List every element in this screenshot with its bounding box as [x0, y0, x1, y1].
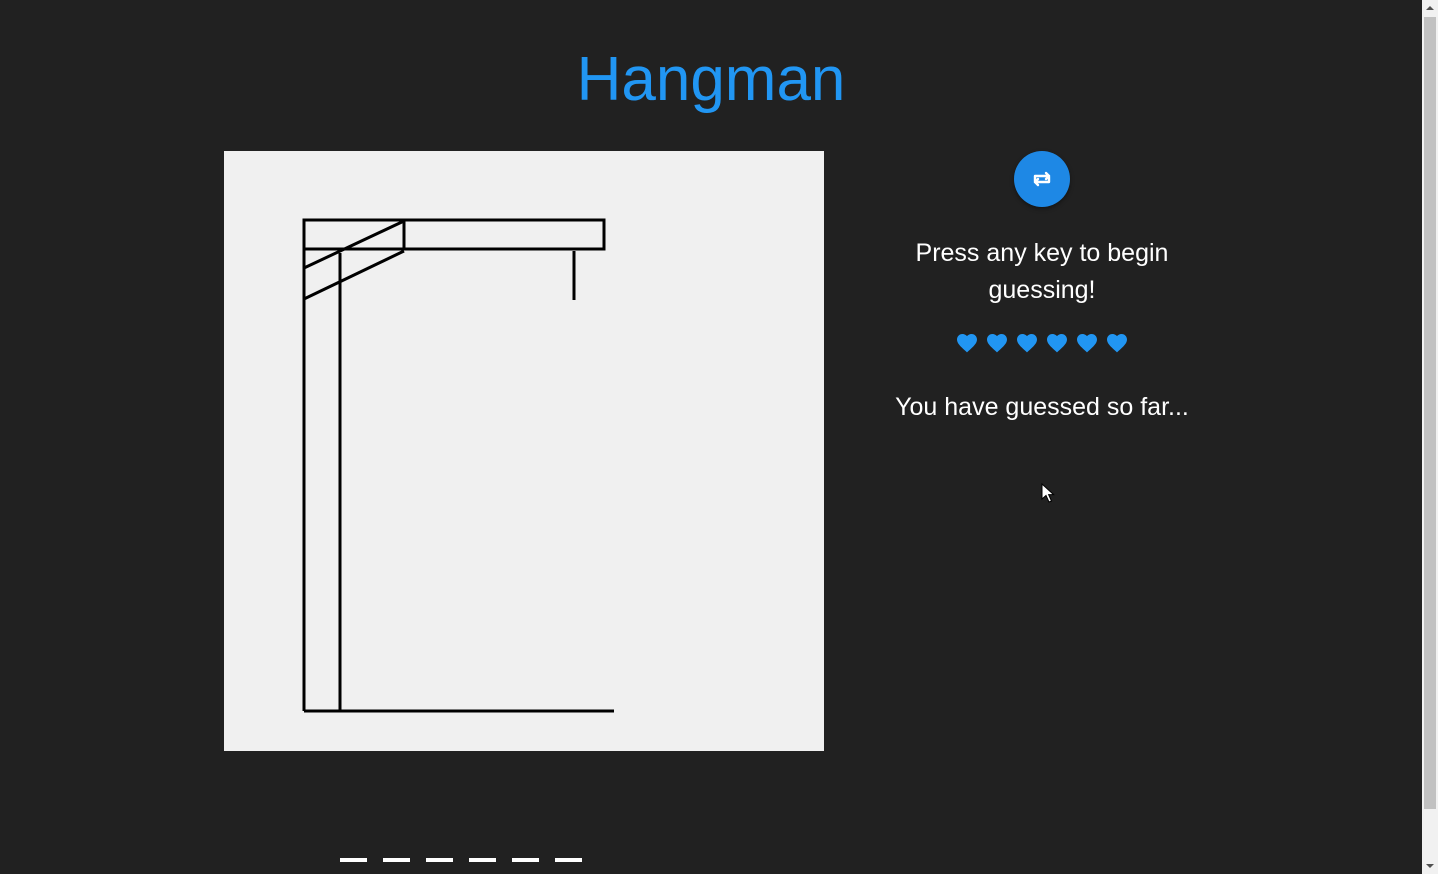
restart-button[interactable]: [1014, 151, 1070, 207]
heart-icon: [987, 334, 1007, 353]
scrollbar-thumb[interactable]: [1424, 17, 1436, 809]
gallows-brace-lower: [303, 249, 405, 301]
game-viewport: Hangman Press any key to begin guessing!…: [0, 0, 1422, 874]
heart-icon: [1107, 334, 1127, 353]
letter-blank: [555, 858, 582, 862]
heart-icon: [1017, 334, 1037, 353]
heart-icon: [1077, 334, 1097, 353]
mouse-cursor-icon: [1041, 483, 1055, 503]
gallows-brace-upper: [303, 219, 405, 270]
guessed-letters: [872, 431, 1212, 461]
side-panel: Press any key to begin guessing! You hav…: [872, 151, 1212, 461]
scroll-up-arrow-icon[interactable]: [1422, 0, 1438, 16]
letter-blank: [512, 858, 539, 862]
page-title: Hangman: [576, 45, 846, 114]
scroll-down-arrow-icon[interactable]: [1422, 858, 1438, 874]
heart-icon: [957, 334, 977, 353]
gallows-top-beam: [302, 218, 606, 251]
guessed-label: You have guessed so far...: [895, 393, 1189, 421]
letter-blank: [340, 858, 367, 862]
repeat-icon: [1033, 171, 1051, 187]
letter-blank: [426, 858, 453, 862]
gallows-drawing: [302, 218, 614, 713]
gallows-board: [224, 151, 824, 751]
letter-blank: [383, 858, 410, 862]
vertical-scrollbar[interactable]: [1422, 0, 1438, 874]
status-prompt: Press any key to begin guessing!: [915, 239, 1169, 304]
heart-icon: [1047, 334, 1067, 353]
word-blanks: [340, 858, 582, 862]
lives-hearts: [872, 331, 1212, 361]
letter-blank: [469, 858, 496, 862]
